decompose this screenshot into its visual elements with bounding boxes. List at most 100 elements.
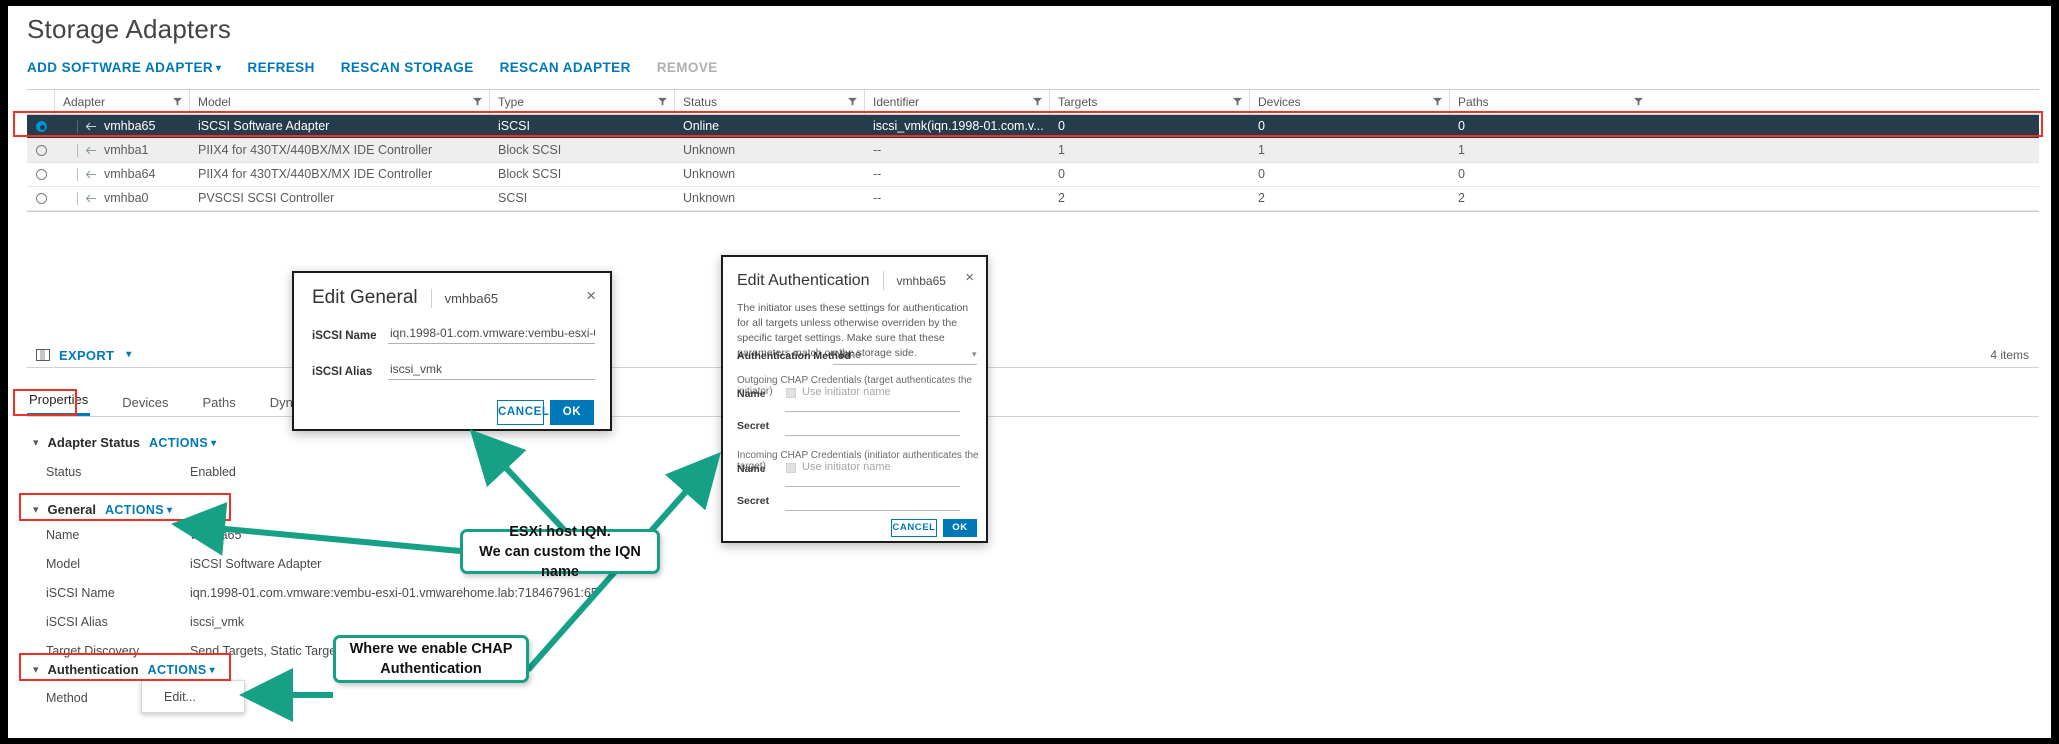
- chevron-down-icon[interactable]: ▾: [972, 349, 977, 360]
- general-actions-button[interactable]: ACTIONS ▾: [105, 503, 172, 517]
- header-devices-label: Devices: [1258, 95, 1301, 109]
- filter-icon[interactable]: [1233, 97, 1242, 106]
- header-status[interactable]: Status: [675, 90, 865, 114]
- chevron-down-icon: ▾: [167, 504, 173, 516]
- property-value: iSCSI Software Adapter: [190, 557, 322, 571]
- outgoing-name-input[interactable]: [785, 410, 960, 412]
- chevron-down-icon[interactable]: ▾: [33, 503, 39, 516]
- cell-devices: 0: [1258, 167, 1265, 181]
- columns-icon: [36, 349, 50, 361]
- rescan-storage-button[interactable]: RESCAN STORAGE: [341, 60, 474, 75]
- table-row[interactable]: vmhba1 PIIX4 for 430TX/440BX/MX IDE Cont…: [27, 139, 2039, 163]
- hba-adapter-icon: [85, 146, 96, 155]
- section-adapter-status-label: Adapter Status: [47, 435, 140, 450]
- refresh-button[interactable]: REFRESH: [247, 60, 314, 75]
- edit-general-dialog-title: Edit General: [312, 287, 418, 308]
- filter-icon[interactable]: [1634, 97, 1643, 106]
- callout-chap-line2: Authentication: [380, 661, 482, 677]
- iscsi-name-input[interactable]: [388, 326, 595, 344]
- items-count: 4 items: [1990, 348, 2029, 362]
- radio-unselected-icon[interactable]: [35, 193, 47, 204]
- authentication-actions-label: ACTIONS: [147, 662, 207, 677]
- adapter-status-actions-label: ACTIONS: [149, 435, 209, 450]
- cell-adapter-label: vmhba1: [104, 143, 149, 157]
- adapter-status-actions-button[interactable]: ACTIONS ▾: [149, 436, 216, 450]
- cell-targets: 0: [1058, 167, 1065, 181]
- edit-authentication-dialog-header: Edit Authentication vmhba65: [737, 271, 946, 290]
- header-targets[interactable]: Targets: [1050, 90, 1250, 114]
- filter-icon[interactable]: [1433, 97, 1442, 106]
- edit-authentication-cancel-button[interactable]: CANCEL: [891, 519, 937, 537]
- column-divider: [77, 120, 78, 133]
- header-model[interactable]: Model: [190, 90, 490, 114]
- close-icon[interactable]: ×: [586, 287, 596, 304]
- section-authentication[interactable]: ▾ Authentication ACTIONS ▾: [33, 662, 215, 677]
- cell-paths: 0: [1458, 167, 1465, 181]
- filter-icon[interactable]: [473, 97, 482, 106]
- close-icon[interactable]: ×: [965, 270, 974, 285]
- header-adapter[interactable]: Adapter: [55, 90, 190, 114]
- row-select-radio[interactable]: [27, 115, 55, 138]
- incoming-use-initiator-name-checkbox[interactable]: [786, 463, 796, 473]
- outgoing-secret-input[interactable]: [785, 434, 960, 436]
- row-select-radio[interactable]: [27, 187, 55, 210]
- add-software-adapter-button[interactable]: ADD SOFTWARE ADAPTER ▾: [27, 60, 221, 75]
- iscsi-name-label: iSCSI Name: [312, 330, 377, 342]
- outgoing-use-initiator-name-checkbox[interactable]: [786, 388, 796, 398]
- chevron-down-icon[interactable]: ▾: [33, 663, 39, 676]
- incoming-secret-input[interactable]: [785, 509, 960, 511]
- table-row[interactable]: vmhba65 iSCSI Software Adapter iSCSI Onl…: [27, 115, 2039, 139]
- section-adapter-status[interactable]: ▾ Adapter Status ACTIONS ▾: [33, 435, 216, 450]
- callout-iqn-line1: ESXi host IQN.: [509, 523, 611, 540]
- storage-adapters-table: Adapter Model Type Status Identifier Tar…: [27, 89, 2039, 212]
- actions-menu-edit-item[interactable]: Edit...: [141, 680, 245, 713]
- edit-authentication-ok-button[interactable]: OK: [943, 519, 977, 537]
- authentication-actions-button[interactable]: ACTIONS ▾: [148, 663, 215, 677]
- hba-adapter-icon: [85, 170, 96, 179]
- edit-general-cancel-button[interactable]: CANCEL: [497, 400, 549, 425]
- cell-adapter: vmhba65: [55, 115, 190, 138]
- incoming-secret-label: Secret: [737, 495, 770, 507]
- edit-general-ok-button[interactable]: OK: [550, 400, 594, 425]
- export-label: EXPORT: [59, 347, 115, 363]
- export-button[interactable]: EXPORT ▾: [36, 348, 132, 363]
- rescan-adapter-button[interactable]: RESCAN ADAPTER: [500, 60, 631, 75]
- column-divider: [77, 144, 78, 157]
- add-software-adapter-label: ADD SOFTWARE ADAPTER: [27, 60, 213, 75]
- callout-chap: Where we enable CHAP Authentication: [333, 635, 529, 683]
- callout-chap-line1: Where we enable CHAP: [349, 641, 513, 657]
- row-select-radio[interactable]: [27, 163, 55, 186]
- iscsi-alias-input[interactable]: [388, 362, 595, 380]
- header-devices[interactable]: Devices: [1250, 90, 1450, 114]
- authentication-method-underline: [833, 363, 977, 365]
- cell-targets: 2: [1058, 191, 1065, 205]
- property-value: Enabled: [190, 465, 236, 479]
- row-select-radio[interactable]: [27, 139, 55, 162]
- table-row[interactable]: vmhba0 PVSCSI SCSI Controller SCSI Unkno…: [27, 187, 2039, 211]
- filter-icon[interactable]: [848, 97, 857, 106]
- section-general-label: General: [47, 502, 96, 517]
- tab-paths[interactable]: Paths: [201, 395, 238, 416]
- filter-icon[interactable]: [658, 97, 667, 106]
- radio-selected-icon[interactable]: [35, 121, 47, 132]
- header-paths[interactable]: Paths: [1450, 90, 1650, 114]
- incoming-name-input[interactable]: [785, 485, 960, 487]
- chevron-down-icon[interactable]: ▾: [33, 436, 39, 449]
- radio-unselected-icon[interactable]: [35, 145, 47, 156]
- filter-icon[interactable]: [173, 97, 182, 106]
- tab-devices[interactable]: Devices: [120, 395, 170, 416]
- header-type[interactable]: Type: [490, 90, 675, 114]
- cell-adapter-label: vmhba64: [104, 167, 156, 181]
- cell-status: Unknown: [683, 191, 736, 205]
- header-identifier[interactable]: Identifier: [865, 90, 1050, 114]
- section-general[interactable]: ▾ General ACTIONS ▾: [33, 502, 172, 517]
- radio-unselected-icon[interactable]: [35, 169, 47, 180]
- incoming-use-initiator-name-label: Use initiator name: [802, 461, 891, 473]
- edit-general-dialog-subtitle: vmhba65: [444, 290, 499, 306]
- table-row[interactable]: vmhba64 PIIX4 for 430TX/440BX/MX IDE Con…: [27, 163, 2039, 187]
- property-label: Method: [46, 691, 88, 705]
- tab-properties[interactable]: Properties: [27, 392, 91, 416]
- callout-iqn-line2: We can custom the IQN name: [479, 543, 641, 580]
- authentication-method-value[interactable]: None: [835, 349, 861, 361]
- filter-icon[interactable]: [1033, 97, 1042, 106]
